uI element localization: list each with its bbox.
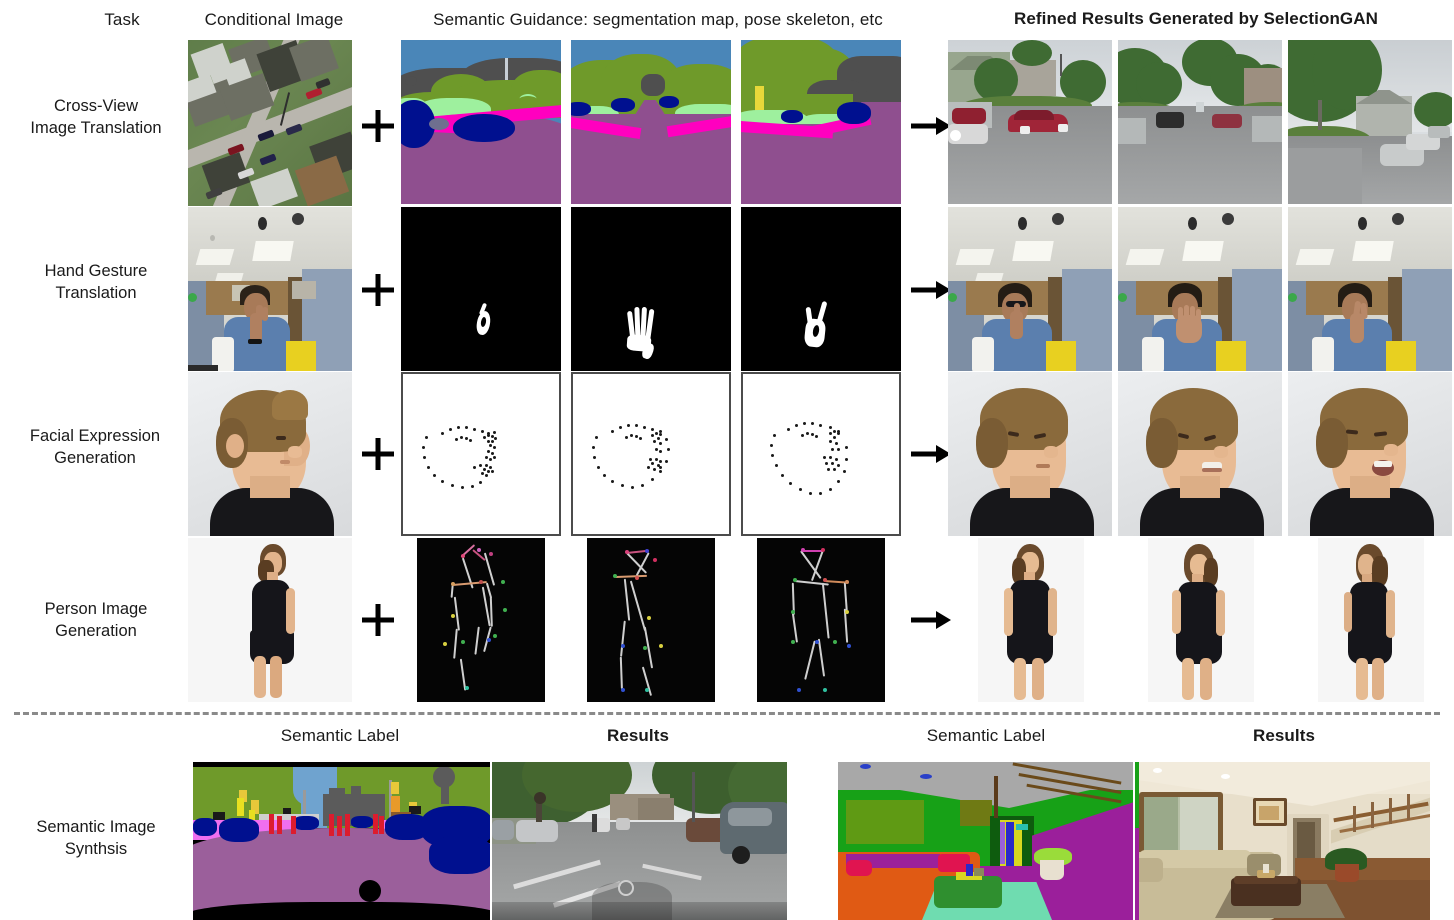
- guidance-segmentation-map-3: [741, 40, 901, 204]
- plus-operator-row2: [356, 268, 400, 312]
- bottom-result-cityscapes-photo: [492, 762, 787, 920]
- result-face-expression-3: [1288, 372, 1452, 536]
- result-face-expression-2: [1118, 372, 1282, 536]
- conditional-image-face-profile: [188, 372, 352, 536]
- result-street-view-2: [1118, 40, 1282, 204]
- header-semantic-guidance: Semantic Guidance: segmentation map, pos…: [433, 10, 883, 29]
- result-street-view-3: [1288, 40, 1452, 204]
- conditional-image-office-person: [188, 207, 352, 371]
- guidance-pose-skeleton-3: [757, 538, 885, 702]
- task-label-person-image: Person Image Generation: [44, 600, 148, 640]
- result-street-view-1: [948, 40, 1112, 204]
- header-task: Task: [104, 10, 140, 29]
- guidance-landmark-map-2: [571, 372, 731, 536]
- task-label-cross-view: Cross-View Image Translation: [30, 97, 162, 137]
- bottom-header-semantic-label-left: Semantic Label: [280, 726, 400, 745]
- guidance-hand-mask-1: [401, 207, 561, 371]
- bottom-header-results-left: Results: [606, 726, 670, 745]
- task-label-hand-gesture: Hand Gesture Translation: [44, 262, 148, 302]
- guidance-segmentation-map-1: [401, 40, 561, 204]
- section-divider: [14, 712, 1440, 715]
- task-label-facial-expression: Facial Expression Generation: [29, 427, 161, 467]
- conditional-image-aerial: [188, 40, 352, 206]
- guidance-hand-mask-2: [571, 207, 731, 371]
- bottom-header-semantic-label-right: Semantic Label: [926, 726, 1046, 745]
- guidance-landmark-map-3: [741, 372, 901, 536]
- guidance-hand-mask-3: [741, 207, 901, 371]
- guidance-segmentation-map-2: [571, 40, 731, 204]
- guidance-landmark-map-1: [401, 372, 561, 536]
- result-hand-gesture-1: [948, 207, 1112, 371]
- plus-operator-row4: [356, 598, 400, 642]
- bottom-semantic-cityscapes: [193, 762, 490, 920]
- result-person-pose-3: [1318, 538, 1424, 702]
- result-person-pose-1: [978, 538, 1084, 702]
- bottom-semantic-indoor: [838, 762, 1133, 920]
- result-hand-gesture-2: [1118, 207, 1282, 371]
- bottom-header-results-right: Results: [1252, 726, 1316, 745]
- bottom-result-living-room-photo: [1135, 762, 1430, 920]
- header-refined-results: Refined Results Generated by SelectionGA…: [1013, 9, 1379, 28]
- conditional-image-person-dress: [188, 538, 352, 702]
- result-hand-gesture-3: [1288, 207, 1452, 371]
- result-person-pose-2: [1148, 538, 1254, 702]
- arrow-operator-row4: [908, 598, 954, 642]
- header-conditional-image: Conditional Image: [204, 10, 344, 29]
- plus-operator-row1: [356, 104, 400, 148]
- result-face-expression-1: [948, 372, 1112, 536]
- figure-canvas: Task Conditional Image Semantic Guidance…: [0, 0, 1454, 920]
- plus-operator-row3: [356, 432, 400, 476]
- task-label-semantic-image-synthesis: Semantic Image Synthsis: [36, 818, 156, 858]
- guidance-pose-skeleton-1: [417, 538, 545, 702]
- guidance-pose-skeleton-2: [587, 538, 715, 702]
